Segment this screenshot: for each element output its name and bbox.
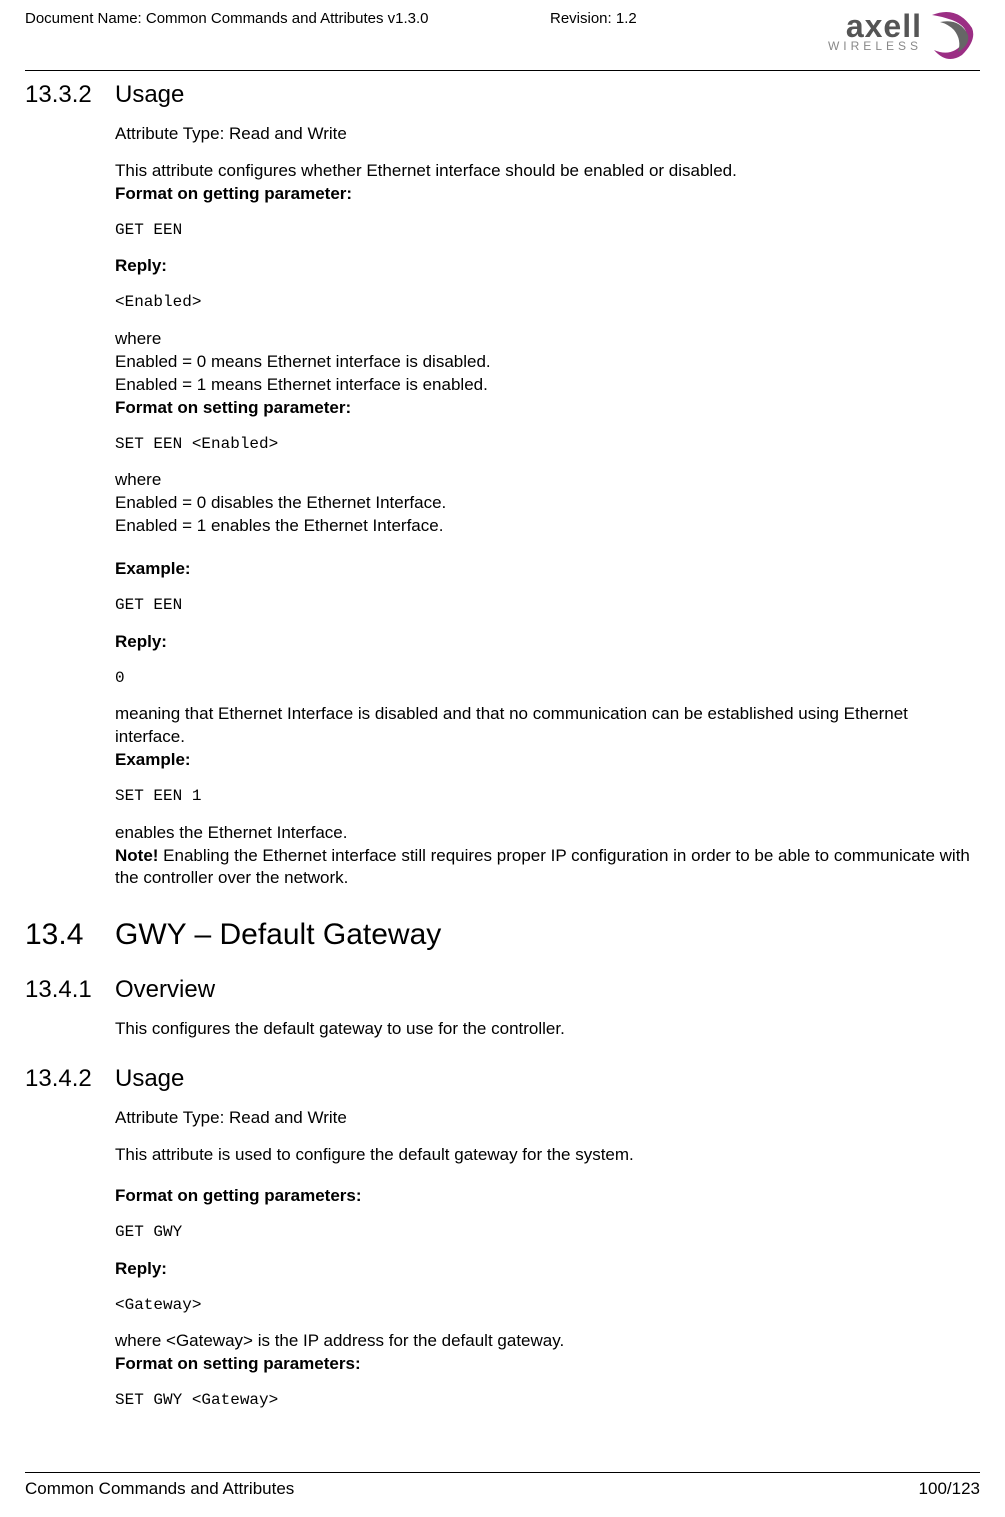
section-title: Overview	[115, 976, 980, 1004]
reply-value: 0	[115, 668, 980, 690]
intro-text: This attribute is used to configure the …	[115, 1144, 980, 1167]
overview-text: This configures the default gateway to u…	[115, 1018, 980, 1041]
section-number: 13.4.2	[25, 1065, 115, 1093]
section-title: GWY – Default Gateway	[115, 918, 980, 952]
meaning-text: meaning that Ethernet Interface is disab…	[115, 703, 980, 749]
revision: Revision: 1.2	[550, 10, 750, 27]
header-divider	[25, 70, 980, 71]
logo: axell WIRELESS	[750, 10, 980, 66]
format-get-cmd: GET EEN	[115, 220, 980, 242]
where-label: where	[115, 469, 980, 492]
format-set-label: Format on setting parameter:	[115, 397, 980, 420]
format-set-label: Format on setting parameters:	[115, 1353, 980, 1376]
content: 13.3.2 Usage Attribute Type: Read and Wr…	[25, 81, 980, 1412]
page-number: 100/123	[919, 1479, 980, 1499]
section-title: Usage	[115, 1065, 980, 1093]
attribute-type: Attribute Type: Read and Write	[115, 123, 980, 146]
intro-text: This attribute configures whether Ethern…	[115, 160, 980, 183]
page-header: Document Name: Common Commands and Attri…	[25, 10, 980, 66]
format-get-label: Format on getting parameters:	[115, 1185, 980, 1208]
where-text: where <Gateway> is the IP address for th…	[115, 1330, 980, 1353]
section-13-4-1-heading: 13.4.1 Overview	[25, 976, 980, 1004]
note-line: Note! Enabling the Ethernet interface st…	[115, 845, 980, 891]
reply-label: Reply:	[115, 1258, 980, 1281]
section-13-4-2-body: Attribute Type: Read and Write This attr…	[115, 1107, 980, 1411]
section-13-3-2-heading: 13.3.2 Usage	[25, 81, 980, 109]
where-line: Enabled = 1 means Ethernet interface is …	[115, 374, 980, 397]
where-line: Enabled = 0 disables the Ethernet Interf…	[115, 492, 980, 515]
where-label: where	[115, 328, 980, 351]
section-13-4-2-heading: 13.4.2 Usage	[25, 1065, 980, 1093]
example-label: Example:	[115, 558, 980, 581]
example-cmd: SET EEN 1	[115, 786, 980, 808]
footer-divider	[25, 1472, 980, 1473]
section-number: 13.3.2	[25, 81, 115, 109]
page-footer: Common Commands and Attributes 100/123	[25, 1472, 980, 1499]
section-number: 13.4.1	[25, 976, 115, 1004]
section-13-3-2-body: Attribute Type: Read and Write This attr…	[115, 123, 980, 890]
note-label: Note!	[115, 846, 158, 865]
format-get-label: Format on getting parameter:	[115, 183, 980, 206]
section-title: Usage	[115, 81, 980, 109]
example-label: Example:	[115, 749, 980, 772]
enables-text: enables the Ethernet Interface.	[115, 822, 980, 845]
where-line: Enabled = 0 means Ethernet interface is …	[115, 351, 980, 374]
footer-title: Common Commands and Attributes	[25, 1479, 294, 1499]
reply-label: Reply:	[115, 631, 980, 654]
section-13-4-heading: 13.4 GWY – Default Gateway	[25, 918, 980, 952]
section-number: 13.4	[25, 918, 115, 952]
logo-subtext: WIRELESS	[828, 40, 922, 52]
where-line: Enabled = 1 enables the Ethernet Interfa…	[115, 515, 980, 538]
example-cmd: GET EEN	[115, 595, 980, 617]
logo-swirl-icon	[922, 10, 980, 66]
attribute-type: Attribute Type: Read and Write	[115, 1107, 980, 1130]
section-13-4-1-body: This configures the default gateway to u…	[115, 1018, 980, 1041]
reply-value: <Gateway>	[115, 1295, 980, 1317]
format-set-cmd: SET GWY <Gateway>	[115, 1390, 980, 1412]
page: Document Name: Common Commands and Attri…	[0, 0, 1005, 1517]
doc-name: Document Name: Common Commands and Attri…	[25, 10, 550, 27]
format-get-cmd: GET GWY	[115, 1222, 980, 1244]
note-text: Enabling the Ethernet interface still re…	[115, 846, 970, 888]
reply-value: <Enabled>	[115, 292, 980, 314]
format-set-cmd: SET EEN <Enabled>	[115, 434, 980, 456]
reply-label: Reply:	[115, 255, 980, 278]
